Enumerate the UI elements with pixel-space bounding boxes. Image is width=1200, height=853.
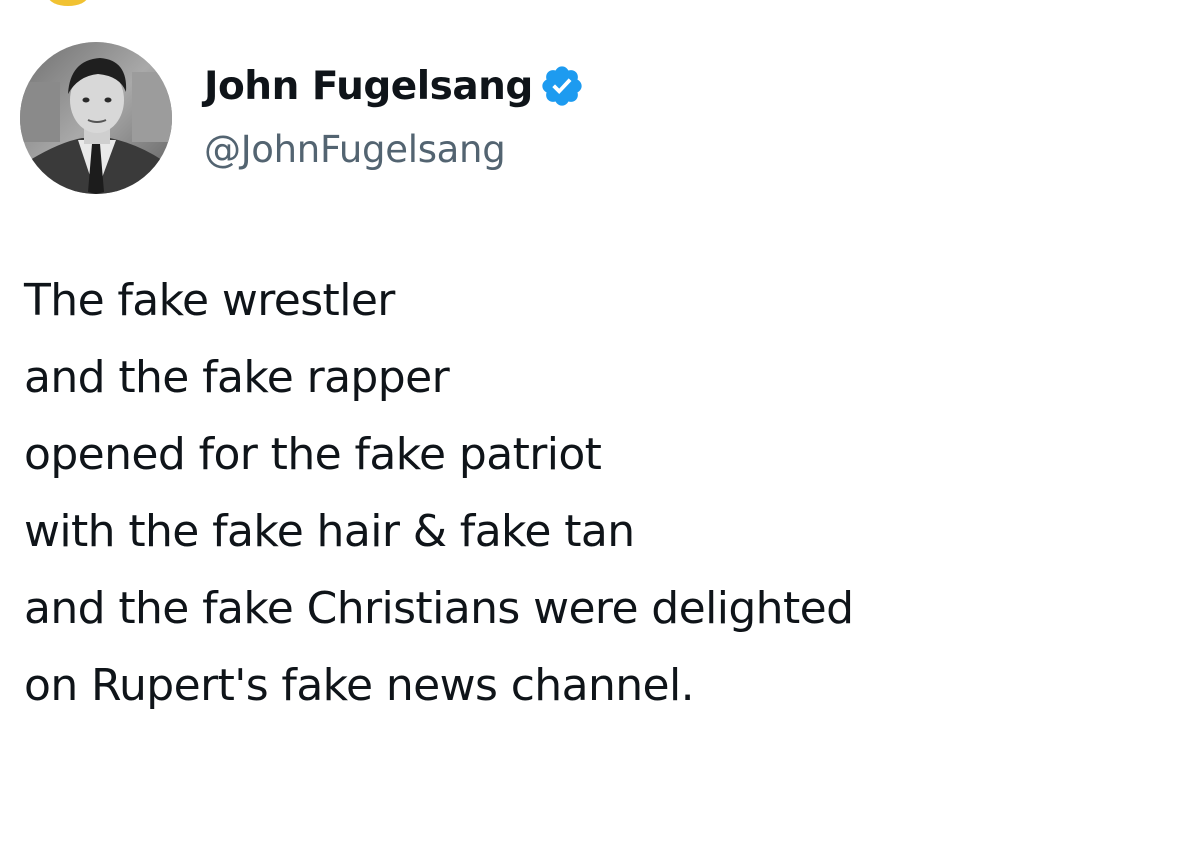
tweet-line-5: and the fake Christians were delighted <box>24 583 854 634</box>
tweet-line-3: opened for the fake patriot <box>24 429 602 480</box>
tweet-line-4: with the fake hair & fake tan <box>24 506 635 557</box>
author-display-name[interactable]: John Fugelsang <box>204 64 533 109</box>
tweet-card: John Fugelsang @JohnFugelsang The fake w… <box>0 0 1200 853</box>
profile-photo <box>20 42 172 194</box>
author-handle[interactable]: @JohnFugelsang <box>204 128 506 171</box>
avatar[interactable] <box>20 42 172 194</box>
verified-checkmark-icon[interactable] <box>539 63 585 109</box>
tweet-line-1: The fake wrestler <box>24 275 395 326</box>
tweet-line-2: and the fake rapper <box>24 352 450 403</box>
tweet-line-6: on Rupert's fake news channel. <box>24 660 695 711</box>
tweet-text: The fake wrestler and the fake rapper op… <box>24 262 1194 724</box>
author-name-row: John Fugelsang <box>204 58 585 114</box>
